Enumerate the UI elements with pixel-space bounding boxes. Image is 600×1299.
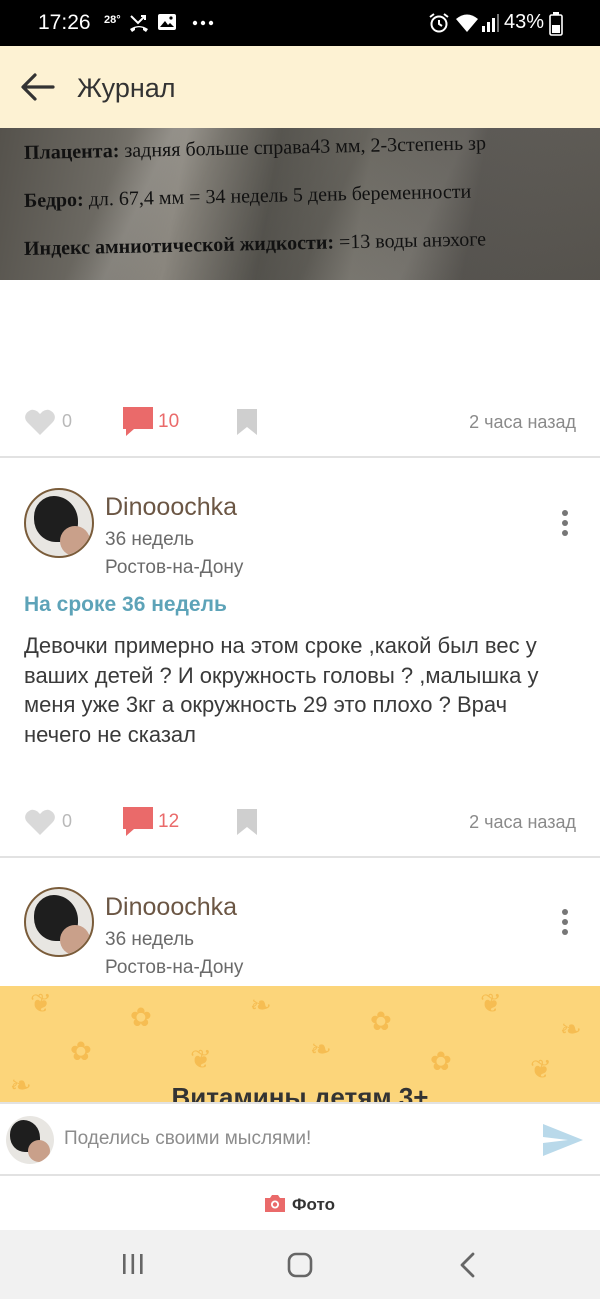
leaf-decoration: ❦	[530, 1054, 552, 1084]
author-avatar[interactable]	[24, 887, 94, 957]
comment-composer: Поделись своими мыслями!	[0, 1102, 600, 1176]
avatar-face	[60, 925, 90, 955]
post-actions: 0 12 2 часа назад	[0, 802, 600, 842]
post-actions: 0 10 2 часа назад	[0, 402, 600, 442]
photo-line-label: Плацента:	[23, 140, 120, 164]
leaf-decoration: ❦	[480, 988, 502, 1018]
user-avatar	[6, 1116, 54, 1164]
likes-count: 0	[62, 811, 73, 831]
leaf-decoration: ❦	[30, 988, 52, 1018]
app-header: Журнал	[0, 46, 600, 128]
heart-icon[interactable]	[24, 408, 56, 436]
leaf-decoration: ✿	[370, 1006, 392, 1036]
ad-banner[interactable]: ❦ ✿ ❧ ✿ ❦ ❧ ✿ ❦ ❧ ✿ ❦ ❧ Витамины детям 3…	[0, 986, 600, 1102]
signal-icon	[482, 14, 499, 32]
status-temperature: 28°	[104, 14, 121, 26]
photo-line-text: =13 воды анэхоге	[333, 228, 487, 254]
author-weeks: 36 недель	[105, 929, 195, 950]
leaf-decoration: ✿	[430, 1046, 452, 1076]
author-weeks: 36 недель	[105, 529, 195, 550]
author-city: Ростов-на-Дону	[105, 957, 244, 978]
image-icon	[158, 14, 176, 30]
leaf-decoration: ❧	[310, 1034, 332, 1064]
missed-call-icon	[130, 15, 148, 32]
more-options-icon[interactable]	[555, 907, 575, 937]
post-topic[interactable]: На сроке 36 недель	[24, 593, 227, 617]
avatar-face	[28, 1140, 50, 1162]
more-dots-icon	[192, 20, 214, 26]
banner-title: Витамины детям 3+	[171, 1082, 429, 1102]
page-title: Журнал	[77, 73, 176, 103]
battery-percent: 43%	[504, 11, 545, 33]
comments-count[interactable]: 12	[158, 811, 179, 833]
post-time: 2 часа назад	[469, 812, 576, 832]
author-name[interactable]: Dinooochka	[105, 893, 237, 922]
comment-icon[interactable]	[122, 806, 154, 836]
leaf-decoration: ✿	[70, 1036, 92, 1066]
status-time: 17:26	[38, 11, 91, 34]
bookmark-icon[interactable]	[236, 808, 258, 836]
post-photo[interactable]: Плацента: задняя больше справа43 мм, 2-3…	[0, 128, 600, 280]
post-text: Девочки примерно на этом сроке ,какой бы…	[24, 633, 539, 747]
home-icon[interactable]	[287, 1252, 313, 1278]
photo-label[interactable]: Фото	[292, 1195, 335, 1215]
author-name[interactable]: Dinooochka	[105, 493, 237, 522]
more-options-icon[interactable]	[555, 508, 575, 538]
avatar-face	[60, 526, 90, 556]
back-arrow-icon[interactable]	[20, 70, 56, 104]
leaf-decoration: ❦	[190, 1044, 212, 1074]
system-nav-bar	[0, 1230, 600, 1299]
post-divider	[0, 456, 600, 458]
send-icon[interactable]	[542, 1122, 584, 1158]
post-time: 2 часа назад	[469, 412, 576, 432]
likes-count: 0	[62, 411, 73, 431]
heart-icon[interactable]	[24, 808, 56, 836]
back-nav-icon[interactable]	[458, 1252, 478, 1278]
leaf-decoration: ❧	[560, 1014, 582, 1044]
camera-icon	[265, 1195, 285, 1212]
photo-attach-bar[interactable]: Фото	[0, 1176, 600, 1230]
bookmark-icon[interactable]	[236, 408, 258, 436]
status-bar: 17:26 28° 43%	[0, 0, 600, 46]
author-avatar[interactable]	[24, 488, 94, 558]
leaf-decoration: ❧	[250, 990, 272, 1020]
wifi-icon	[456, 14, 478, 32]
comment-input[interactable]: Поделись своими мыслями!	[64, 1128, 311, 1150]
battery-icon	[549, 12, 563, 36]
leaf-decoration: ✿	[130, 1002, 152, 1032]
author-city: Ростов-на-Дону	[105, 557, 244, 578]
recent-apps-icon[interactable]	[120, 1252, 146, 1276]
post-divider	[0, 856, 600, 858]
comment-icon[interactable]	[122, 406, 154, 436]
photo-line-label: Бедро:	[23, 188, 84, 212]
comments-count[interactable]: 10	[158, 411, 179, 433]
alarm-icon	[429, 13, 449, 33]
